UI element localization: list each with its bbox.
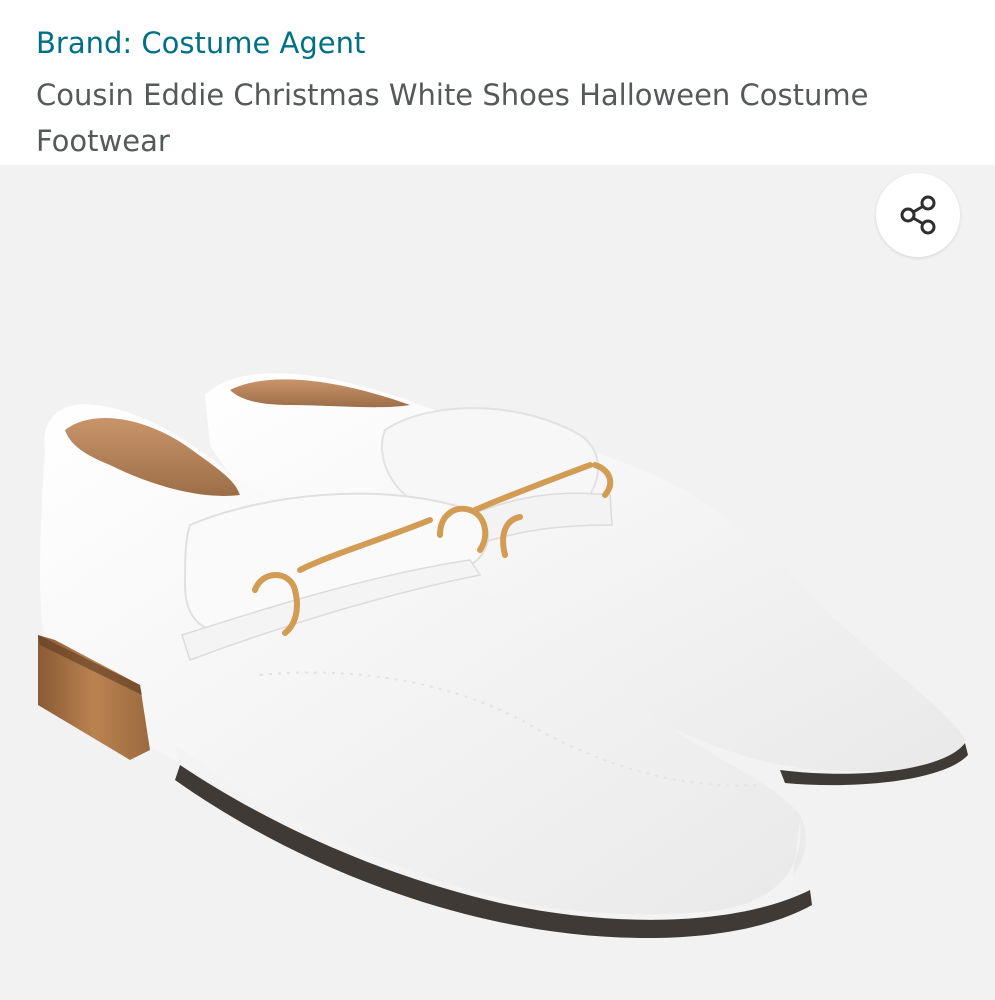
product-title: Cousin Eddie Christmas White Shoes Hallo… bbox=[36, 78, 869, 158]
brand-link[interactable]: Brand: Costume Agent bbox=[36, 24, 365, 62]
share-button[interactable] bbox=[876, 173, 960, 257]
product-image[interactable] bbox=[0, 165, 995, 1000]
product-image-gallery[interactable] bbox=[0, 165, 995, 1000]
share-icon bbox=[900, 195, 936, 235]
product-header: Brand: Costume Agent Cousin Eddie Christ… bbox=[0, 0, 995, 165]
product-detail-page: Brand: Costume Agent Cousin Eddie Christ… bbox=[0, 0, 995, 1000]
